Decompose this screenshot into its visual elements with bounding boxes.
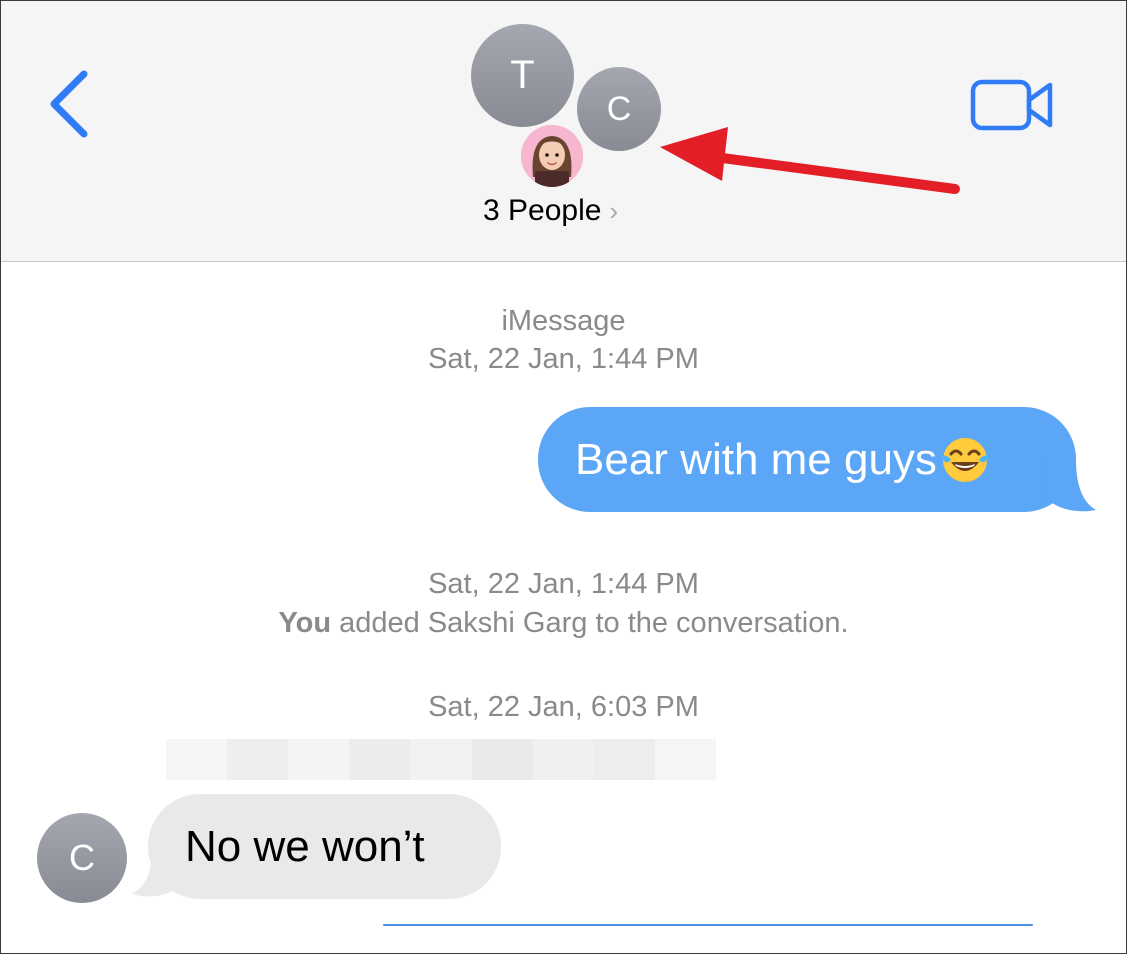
redacted-sender-name <box>166 739 716 780</box>
message-text: No we won’t <box>185 821 425 871</box>
timestamp: Sat, 22 Jan, 6:03 PM <box>428 691 699 723</box>
outgoing-bubble-tail <box>1040 460 1096 512</box>
participant-avatar-t[interactable]: T <box>471 24 574 127</box>
avatar-initial: C <box>69 837 95 878</box>
timestamp: Sat, 22 Jan, 1:44 PM <box>428 343 699 375</box>
timestamp: Sat, 22 Jan, 1:44 PM <box>428 568 699 600</box>
avatar-initial: T <box>510 53 535 97</box>
memoji-avatar-icon <box>521 125 583 187</box>
next-message-edge <box>383 924 1033 926</box>
participant-avatar-memoji[interactable] <box>521 125 583 187</box>
annotation-arrow <box>660 127 960 194</box>
incoming-message-bubble[interactable]: No we won’t <box>148 794 501 899</box>
message-text: Bear with me guys <box>575 434 937 484</box>
video-camera-icon <box>970 79 1053 131</box>
back-button[interactable] <box>40 66 100 146</box>
system-note-text: added Sakshi Garg to the conversation. <box>331 607 849 639</box>
group-title-label: 3 People <box>483 194 602 227</box>
avatar-initial: C <box>606 89 632 128</box>
participant-avatar-c[interactable]: C <box>577 67 661 151</box>
outgoing-message-bubble[interactable]: Bear with me guys <box>538 407 1076 512</box>
sender-avatar-c[interactable]: C <box>37 813 127 903</box>
group-details-link[interactable]: 3 People › <box>483 194 618 228</box>
chevron-left-icon <box>50 70 88 138</box>
facetime-video-button[interactable] <box>968 76 1058 136</box>
chevron-right-icon: › <box>609 196 619 226</box>
service-label: iMessage <box>501 305 626 337</box>
system-note: You added Sakshi Garg to the conversatio… <box>0 607 1127 640</box>
tears-of-joy-emoji-icon <box>939 434 991 486</box>
system-note-actor: You <box>278 607 332 639</box>
